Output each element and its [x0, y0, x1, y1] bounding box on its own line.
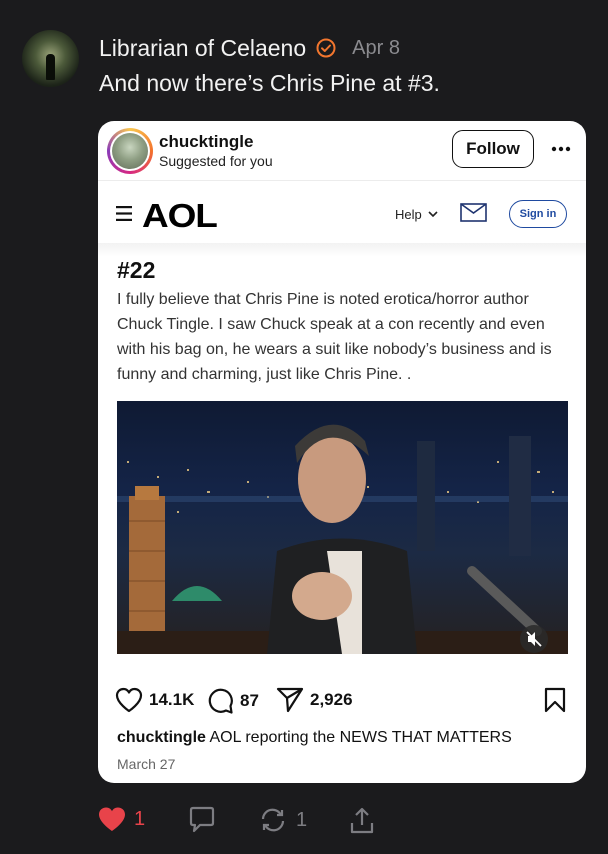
follow-button[interactable]: Follow [452, 130, 534, 168]
video-scene [117, 424, 568, 654]
reply-button[interactable] [187, 806, 217, 834]
embed-avatar-photo [112, 133, 148, 169]
caption-text: AOL reporting the NEWS THAT MATTERS [209, 729, 512, 746]
share-upload-icon [350, 807, 374, 834]
post-text: And now there’s Chris Pine at #3. [99, 70, 440, 96]
verified-check-icon [316, 38, 336, 58]
chevron-down-icon [428, 211, 438, 218]
post-author[interactable]: Librarian of Celaeno [99, 35, 306, 62]
share-button[interactable] [348, 806, 376, 836]
like-action[interactable]: 14.1K [115, 687, 194, 713]
embed-header: chucktingle Suggested for you Follow [98, 121, 586, 181]
embed-suggested-label: Suggested for you [159, 153, 273, 169]
avatar-figure [46, 54, 55, 80]
aol-help-menu: Help [395, 207, 438, 222]
send-icon [276, 687, 304, 713]
aol-logo: AOL [142, 197, 218, 234]
embed-avatar[interactable] [107, 128, 153, 174]
more-options-icon[interactable] [550, 137, 572, 161]
like-count: 1 [134, 807, 146, 830]
embed-caption: chucktingle AOL reporting the NEWS THAT … [117, 729, 512, 747]
like-button[interactable]: 1 [98, 806, 145, 832]
post-date[interactable]: Apr 8 [352, 37, 400, 60]
post-header: Librarian of Celaeno Apr 8 [99, 33, 400, 63]
comment-bubble-icon [208, 688, 233, 714]
heart-outline-icon [115, 687, 143, 713]
article-body: I fully believe that Chris Pine is noted… [117, 291, 552, 383]
aol-help-label: Help [395, 207, 422, 222]
comment-action[interactable]: 87 [206, 687, 259, 715]
save-action[interactable] [544, 687, 566, 713]
reblog-count: 1 [296, 808, 308, 831]
aol-signin-button: Sign in [509, 200, 567, 228]
share-count: 2,926 [310, 690, 353, 709]
bookmark-icon [544, 687, 566, 713]
hamburger-menu-icon [116, 206, 132, 226]
reply-bubble-icon [189, 806, 215, 833]
video-thumbnail[interactable] [117, 401, 568, 654]
reblog-button[interactable]: 1 [258, 806, 307, 834]
reblog-icon [261, 808, 285, 832]
embed-divider [98, 180, 586, 181]
instagram-embed[interactable]: chucktingle Suggested for you Follow AOL… [98, 121, 586, 783]
heart-filled-icon [99, 807, 125, 831]
aol-header-shadow [98, 243, 586, 257]
author-avatar[interactable] [22, 30, 79, 87]
mute-icon[interactable] [519, 624, 549, 654]
embed-username[interactable]: chucktingle [159, 132, 253, 152]
embed-post-date: March 27 [117, 756, 176, 772]
like-count: 14.1K [149, 690, 195, 709]
comment-count: 87 [240, 691, 259, 710]
mail-icon [460, 203, 487, 227]
caption-username[interactable]: chucktingle [117, 729, 206, 746]
share-action[interactable]: 2,926 [276, 687, 353, 713]
article-rank: #22 [117, 257, 156, 283]
